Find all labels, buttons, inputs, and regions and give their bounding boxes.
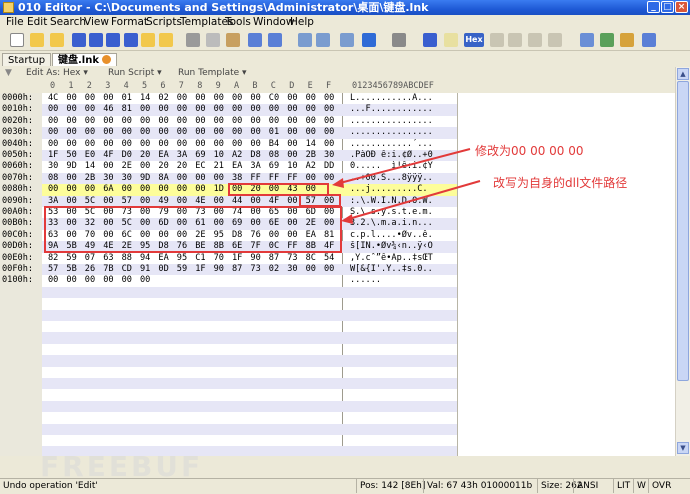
status-operation: Undo operation 'Edit' (3, 481, 98, 491)
arrow-line-bottom (344, 180, 481, 221)
status-bar: Undo operation 'Edit' Pos: 142 [8Eh] Val… (0, 478, 690, 494)
arrow-head-bottom (341, 214, 353, 224)
annotation-text-bottom: 改写为自身的dll文件路径 (493, 176, 628, 190)
status-encoding: ANSI (573, 479, 598, 493)
annotation-text-top: 修改为00 00 00 00 (475, 144, 584, 158)
status-mode-lit: LIT (613, 479, 630, 493)
status-value: Val: 67 43h 01000011b (423, 479, 532, 493)
arrow-head-top (332, 178, 344, 188)
arrow-line-top (335, 148, 471, 185)
status-mode-w: W (633, 479, 646, 493)
status-mode-ovr: OVR (648, 479, 671, 493)
annotation-arrows (332, 148, 481, 224)
status-position: Pos: 142 [8Eh] (356, 479, 425, 493)
